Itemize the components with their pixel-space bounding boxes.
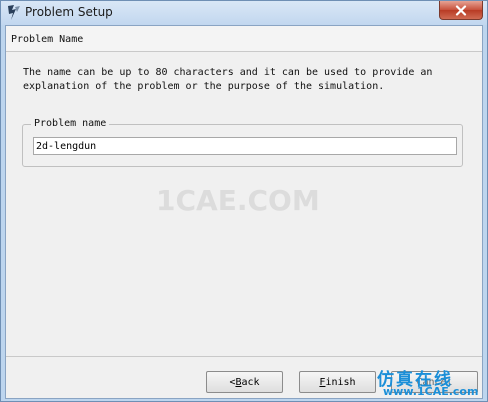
window-title: Problem Setup [25, 5, 113, 19]
page-title: Problem Name [11, 34, 84, 45]
problem-name-input[interactable] [33, 137, 457, 155]
finish-button[interactable]: Finish [299, 371, 376, 393]
back-button-label: ack [241, 376, 260, 388]
title-bar[interactable]: Problem Setup [1, 1, 487, 25]
problem-name-group-label: Problem name [31, 118, 110, 129]
divider [6, 356, 482, 357]
problem-setup-window: Problem Setup Problem Name The name can … [0, 0, 488, 402]
watermark-text: 1CAE.COM [156, 184, 320, 217]
description-line-1: The name can be up to 80 characters and … [23, 67, 433, 78]
dialog-client-area: Problem Name The name can be up to 80 ch… [5, 25, 483, 399]
description-line-2: explanation of the problem or the purpos… [23, 81, 385, 92]
app-icon [8, 5, 20, 20]
description-text: The name can be up to 80 characters and … [23, 66, 463, 94]
finish-button-label: inish [325, 376, 356, 388]
back-button[interactable]: < Back [206, 371, 283, 393]
problem-name-group: Problem name [22, 118, 463, 167]
wizard-header: Problem Name [6, 26, 482, 52]
close-button[interactable] [439, 1, 483, 20]
close-icon [455, 4, 467, 16]
brand-url: www.1CAE.com [383, 385, 479, 398]
